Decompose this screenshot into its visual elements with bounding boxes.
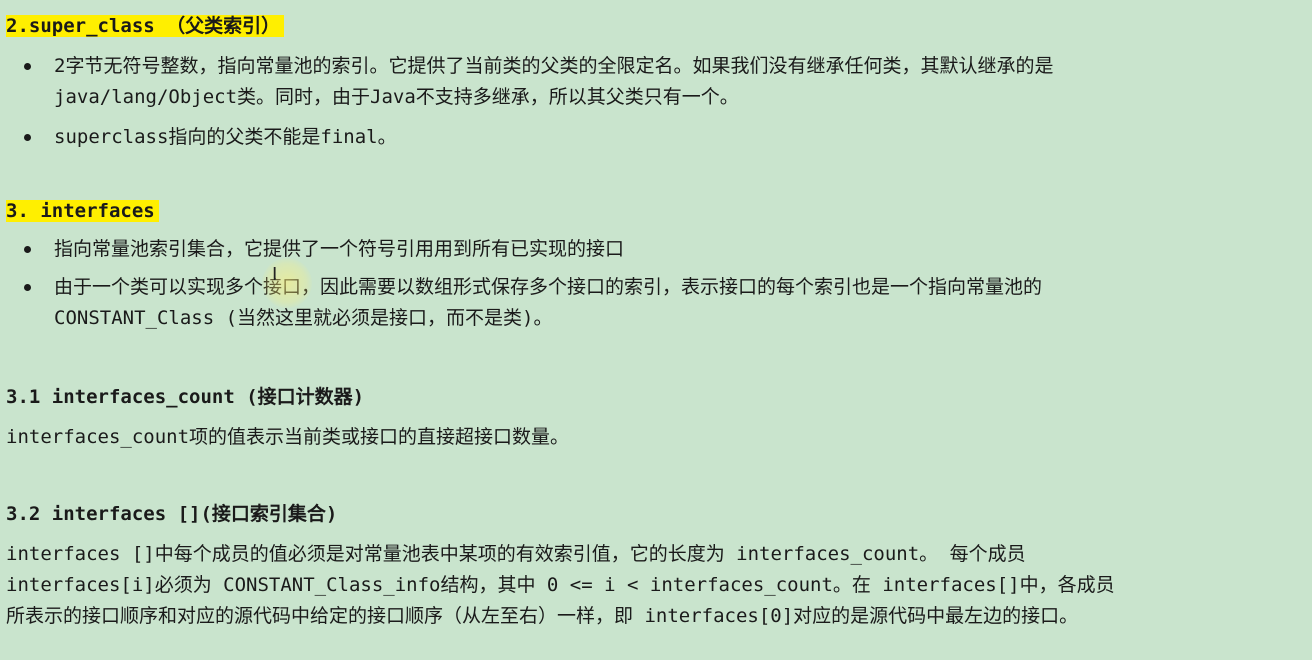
list-item: superclass指向的父类不能是final。 <box>6 122 1304 153</box>
paragraph-line: 所表示的接口顺序和对应的源代码中给定的接口顺序（从左至右）一样，即 interf… <box>6 605 1079 627</box>
bullet-icon <box>24 246 31 253</box>
highlight: 2.super_class （父类索引） <box>6 15 285 37</box>
paragraph-interfaces-count: interfaces_count项的值表示当前类或接口的直接超接口数量。 <box>6 426 570 448</box>
bullet-list-super-class: 2字节无符号整数，指向常量池的索引。它提供了当前类的父类的全限定名。如果我们没有… <box>6 51 1304 153</box>
cursor-highlight <box>262 258 312 308</box>
highlight: 3. interfaces <box>6 200 159 222</box>
list-item-text: java/lang/Object类。同时，由于Java不支持多继承，所以其父类只… <box>54 86 739 108</box>
section-heading-super-class: 2.super_class （父类索引） <box>6 13 285 39</box>
bullet-list-interfaces: 指向常量池索引集合，它提供了一个符号引用用到所有已实现的接口 由于一个类可以实现… <box>6 234 1304 334</box>
bullet-icon <box>24 134 31 141</box>
section-heading-interfaces-count: 3.1 interfaces_count (接口计数器) <box>6 386 365 408</box>
list-item-text: 由于一个类可以实现多个接口，因此需要以数组形式保存多个接口的索引，表示接口的每个… <box>54 276 1043 298</box>
section-heading-interfaces: 3. interfaces <box>6 198 159 224</box>
list-item-text: CONSTANT_Class (当然这里就必须是接口，而不是类)。 <box>54 307 553 329</box>
list-item: 指向常量池索引集合，它提供了一个符号引用用到所有已实现的接口 <box>6 234 1304 265</box>
bullet-icon <box>24 284 31 291</box>
list-item: 由于一个类可以实现多个接口，因此需要以数组形式保存多个接口的索引，表示接口的每个… <box>6 272 1304 334</box>
list-item-text: 指向常量池索引集合，它提供了一个符号引用用到所有已实现的接口 <box>54 238 625 260</box>
list-item-text: superclass指向的父类不能是final。 <box>54 126 397 148</box>
list-item-text: 2字节无符号整数，指向常量池的索引。它提供了当前类的父类的全限定名。如果我们没有… <box>54 55 1054 77</box>
bullet-icon <box>24 63 31 70</box>
paragraph-line: interfaces[i]必须为 CONSTANT_Class_info结构，其… <box>6 574 1115 596</box>
text-cursor-icon: I <box>272 264 278 285</box>
paragraph-line: interfaces []中每个成员的值必须是对常量池表中某项的有效索引值，它的… <box>6 543 1026 565</box>
section-heading-interfaces-array: 3.2 interfaces [](接口索引集合) <box>6 503 338 525</box>
list-item: 2字节无符号整数，指向常量池的索引。它提供了当前类的父类的全限定名。如果我们没有… <box>6 51 1304 113</box>
